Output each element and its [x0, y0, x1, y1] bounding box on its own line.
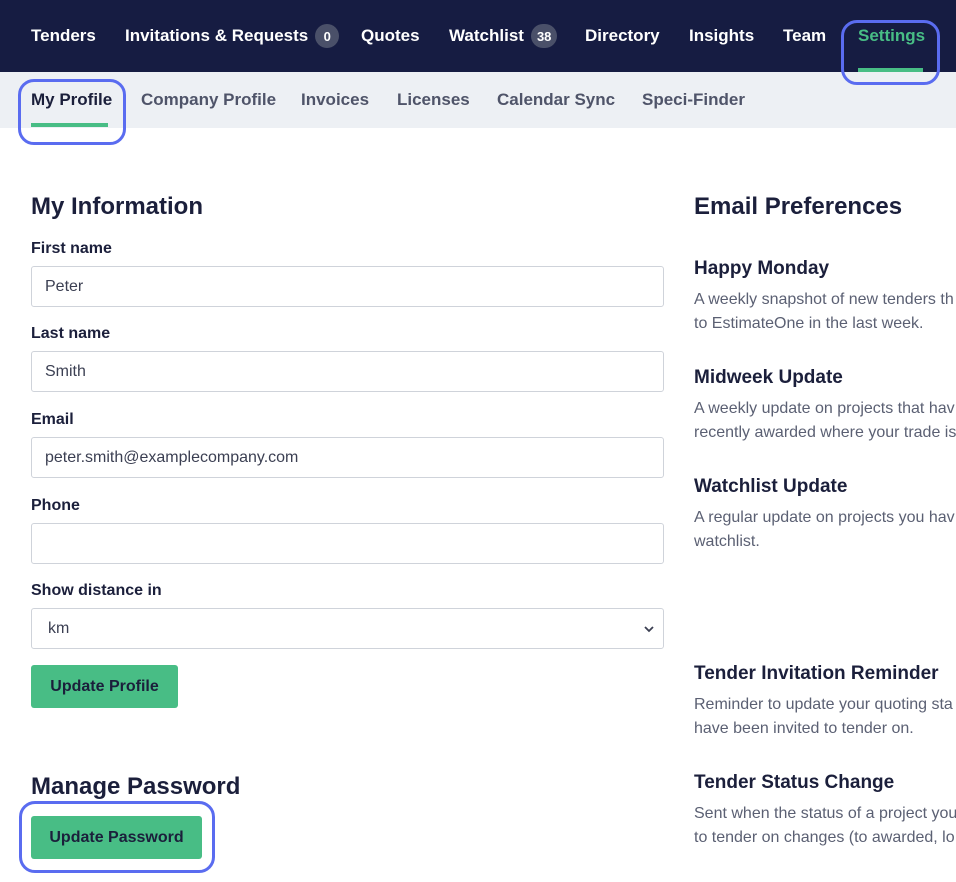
nav-quotes-label: Quotes — [361, 26, 420, 45]
email-label: Email — [31, 411, 74, 428]
last-name-input[interactable] — [31, 351, 664, 392]
pref-desc-line: Reminder to update your quoting sta — [694, 696, 953, 713]
nav-invitations-label: Invitations & Requests — [125, 26, 309, 45]
pref-desc-line: Sent when the status of a project you — [694, 805, 956, 822]
pref-happy-monday-title: Happy Monday — [694, 258, 830, 279]
nav-watchlist[interactable]: Watchlist 38 — [449, 0, 558, 72]
pref-tender-status-change-title: Tender Status Change — [694, 772, 895, 793]
last-name-label: Last name — [31, 325, 111, 342]
distance-unit-value: km — [48, 619, 70, 637]
subnav-invoices-label: Invoices — [301, 90, 370, 109]
nav-directory-label: Directory — [585, 26, 660, 45]
subnav-my-profile[interactable]: My Profile — [31, 72, 112, 128]
subnav-speci-finder[interactable]: Speci-Finder — [642, 72, 745, 128]
subnav-calendar-sync-label: Calendar Sync — [497, 90, 616, 109]
subnav-company-profile[interactable]: Company Profile — [141, 72, 276, 128]
my-information-title: My Information — [31, 193, 203, 220]
subnav-licenses[interactable]: Licenses — [397, 72, 470, 128]
pref-desc-line: A regular update on projects you hav — [694, 509, 955, 526]
email-input[interactable] — [31, 437, 664, 478]
distance-unit-label: Show distance in — [31, 582, 162, 599]
nav-directory[interactable]: Directory — [585, 0, 660, 72]
settings-subnav: My Profile Company Profile Invoices Lice… — [0, 72, 956, 128]
active-subnav-indicator — [31, 123, 108, 127]
nav-team-label: Team — [783, 26, 827, 45]
pref-desc-line: to tender on changes (to awarded, lo — [694, 829, 955, 846]
nav-tenders-label: Tenders — [31, 26, 96, 45]
pref-midweek-update-title: Midweek Update — [694, 367, 843, 388]
first-name-label: First name — [31, 240, 112, 257]
invitations-count-badge: 0 — [315, 24, 340, 48]
chevron-down-icon — [644, 626, 654, 633]
subnav-company-profile-label: Company Profile — [141, 90, 277, 109]
nav-invitations-requests[interactable]: Invitations & Requests 0 — [125, 0, 340, 72]
pref-desc-line: A weekly update on projects that hav — [694, 400, 955, 417]
pref-desc-line: A weekly snapshot of new tenders th — [694, 291, 954, 308]
nav-watchlist-label: Watchlist — [449, 26, 524, 45]
nav-settings-label: Settings — [858, 26, 926, 45]
phone-input[interactable] — [31, 523, 664, 564]
nav-quotes[interactable]: Quotes — [361, 0, 420, 72]
manage-password-title: Manage Password — [31, 773, 241, 800]
subnav-calendar-sync[interactable]: Calendar Sync — [497, 72, 615, 128]
subnav-invoices[interactable]: Invoices — [301, 72, 369, 128]
pref-tender-invitation-reminder-desc: Reminder to update your quoting sta have… — [694, 693, 956, 741]
nav-insights[interactable]: Insights — [689, 0, 754, 72]
watchlist-count-badge: 38 — [530, 24, 558, 48]
pref-watchlist-update-title: Watchlist Update — [694, 476, 848, 497]
nav-insights-label: Insights — [689, 26, 755, 45]
nav-settings[interactable]: Settings — [858, 0, 925, 72]
update-profile-button[interactable]: Update Profile — [31, 665, 178, 708]
first-name-input[interactable] — [31, 266, 664, 307]
pref-tender-status-change-desc: Sent when the status of a project you to… — [694, 802, 956, 850]
phone-label: Phone — [31, 497, 80, 514]
email-preferences-title: Email Preferences — [694, 193, 903, 220]
pref-tender-invitation-reminder-title: Tender Invitation Reminder — [694, 663, 939, 684]
nav-tenders[interactable]: Tenders — [31, 0, 96, 72]
pref-desc-line: to EstimateOne in the last week. — [694, 315, 924, 332]
distance-unit-select[interactable]: km — [31, 608, 664, 649]
subnav-my-profile-label: My Profile — [31, 90, 113, 109]
pref-desc-line: have been invited to tender on. — [694, 720, 914, 737]
subnav-speci-finder-label: Speci-Finder — [642, 90, 745, 109]
top-navigation: Tenders Invitations & Requests 0 Quotes … — [0, 0, 956, 72]
update-password-button[interactable]: Update Password — [31, 816, 202, 859]
pref-midweek-update-desc: A weekly update on projects that hav rec… — [694, 397, 956, 445]
nav-team[interactable]: Team — [783, 0, 826, 72]
pref-happy-monday-desc: A weekly snapshot of new tenders th to E… — [694, 288, 956, 336]
subnav-licenses-label: Licenses — [397, 90, 470, 109]
pref-desc-line: recently awarded where your trade is — [694, 424, 956, 441]
pref-desc-line: watchlist. — [694, 533, 760, 550]
pref-watchlist-update-desc: A regular update on projects you hav wat… — [694, 506, 956, 554]
